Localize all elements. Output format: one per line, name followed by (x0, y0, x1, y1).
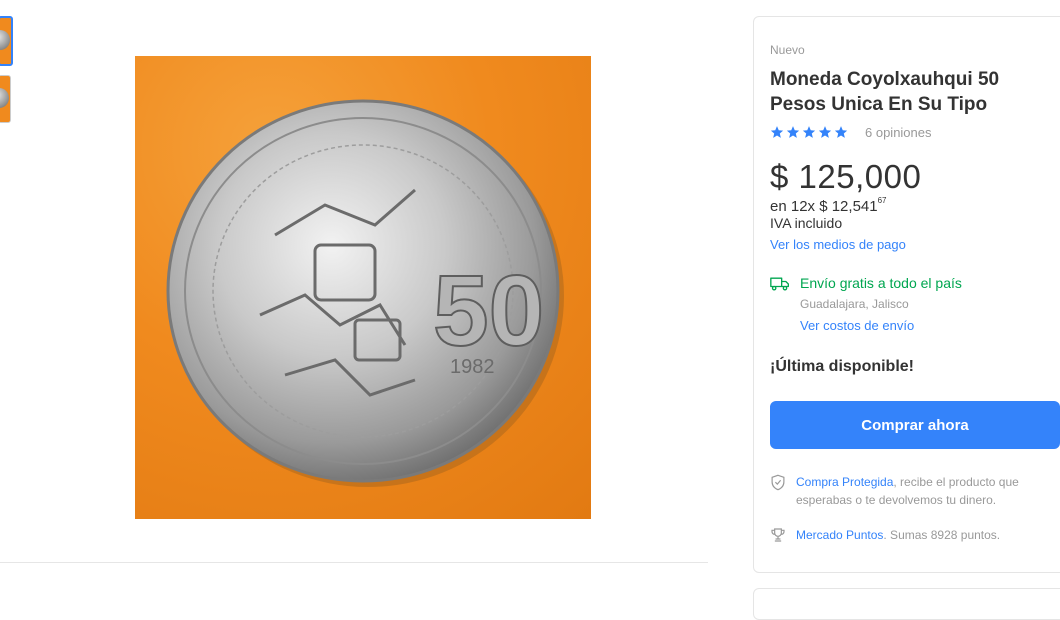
star-icon (786, 126, 800, 138)
installments-amount: en 12x $ 12,541 (770, 198, 878, 215)
svg-text:1982: 1982 (450, 356, 495, 378)
truck-icon (770, 277, 789, 291)
installments: en 12x $ 12,54167 (770, 196, 887, 215)
reviews-count[interactable]: 6 opiniones (865, 125, 932, 140)
price: $ 125,000 (770, 158, 922, 195)
tax-note: IVA incluido (770, 215, 843, 231)
product-title: Moneda Coyolxauhqui 50 Pesos Unica En Su… (770, 69, 1000, 115)
star-icon (834, 126, 848, 138)
gallery-thumbnail-2[interactable] (0, 75, 11, 123)
coin-image: 50 1982 (166, 99, 564, 487)
free-shipping-label: Envío gratis a todo el país (800, 275, 962, 291)
star-icon (770, 126, 784, 138)
trophy-icon (771, 528, 785, 542)
condition-label: Nuevo (770, 43, 805, 57)
purchase-protection: Compra Protegida, recibe el producto que… (796, 473, 1058, 509)
payment-methods-link[interactable]: Ver los medios de pago (770, 237, 906, 252)
protection-link[interactable]: Compra Protegida (796, 475, 893, 489)
secondary-box (753, 588, 1060, 620)
rating-stars[interactable] (770, 124, 850, 140)
shipping-costs-link[interactable]: Ver costos de envío (800, 318, 914, 333)
star-icon (802, 126, 816, 138)
installments-cents: 67 (877, 196, 887, 205)
buy-now-button[interactable]: Comprar ahora (770, 401, 1060, 449)
shield-icon (771, 474, 785, 491)
seller-location: Guadalajara, Jalisco (800, 297, 909, 311)
points-link[interactable]: Mercado Puntos (796, 528, 883, 542)
section-divider (0, 562, 708, 563)
points-text: . Sumas 8928 puntos. (883, 528, 1001, 542)
star-icon (818, 126, 832, 138)
svg-text:50: 50 (433, 255, 544, 367)
coin-thumb-image (0, 88, 9, 108)
gallery-thumbnail-1[interactable] (0, 16, 13, 66)
coin-thumb-image (0, 30, 10, 50)
loyalty-points: Mercado Puntos. Sumas 8928 puntos. (796, 528, 1000, 542)
stock-status: ¡Última disponible! (770, 358, 914, 375)
